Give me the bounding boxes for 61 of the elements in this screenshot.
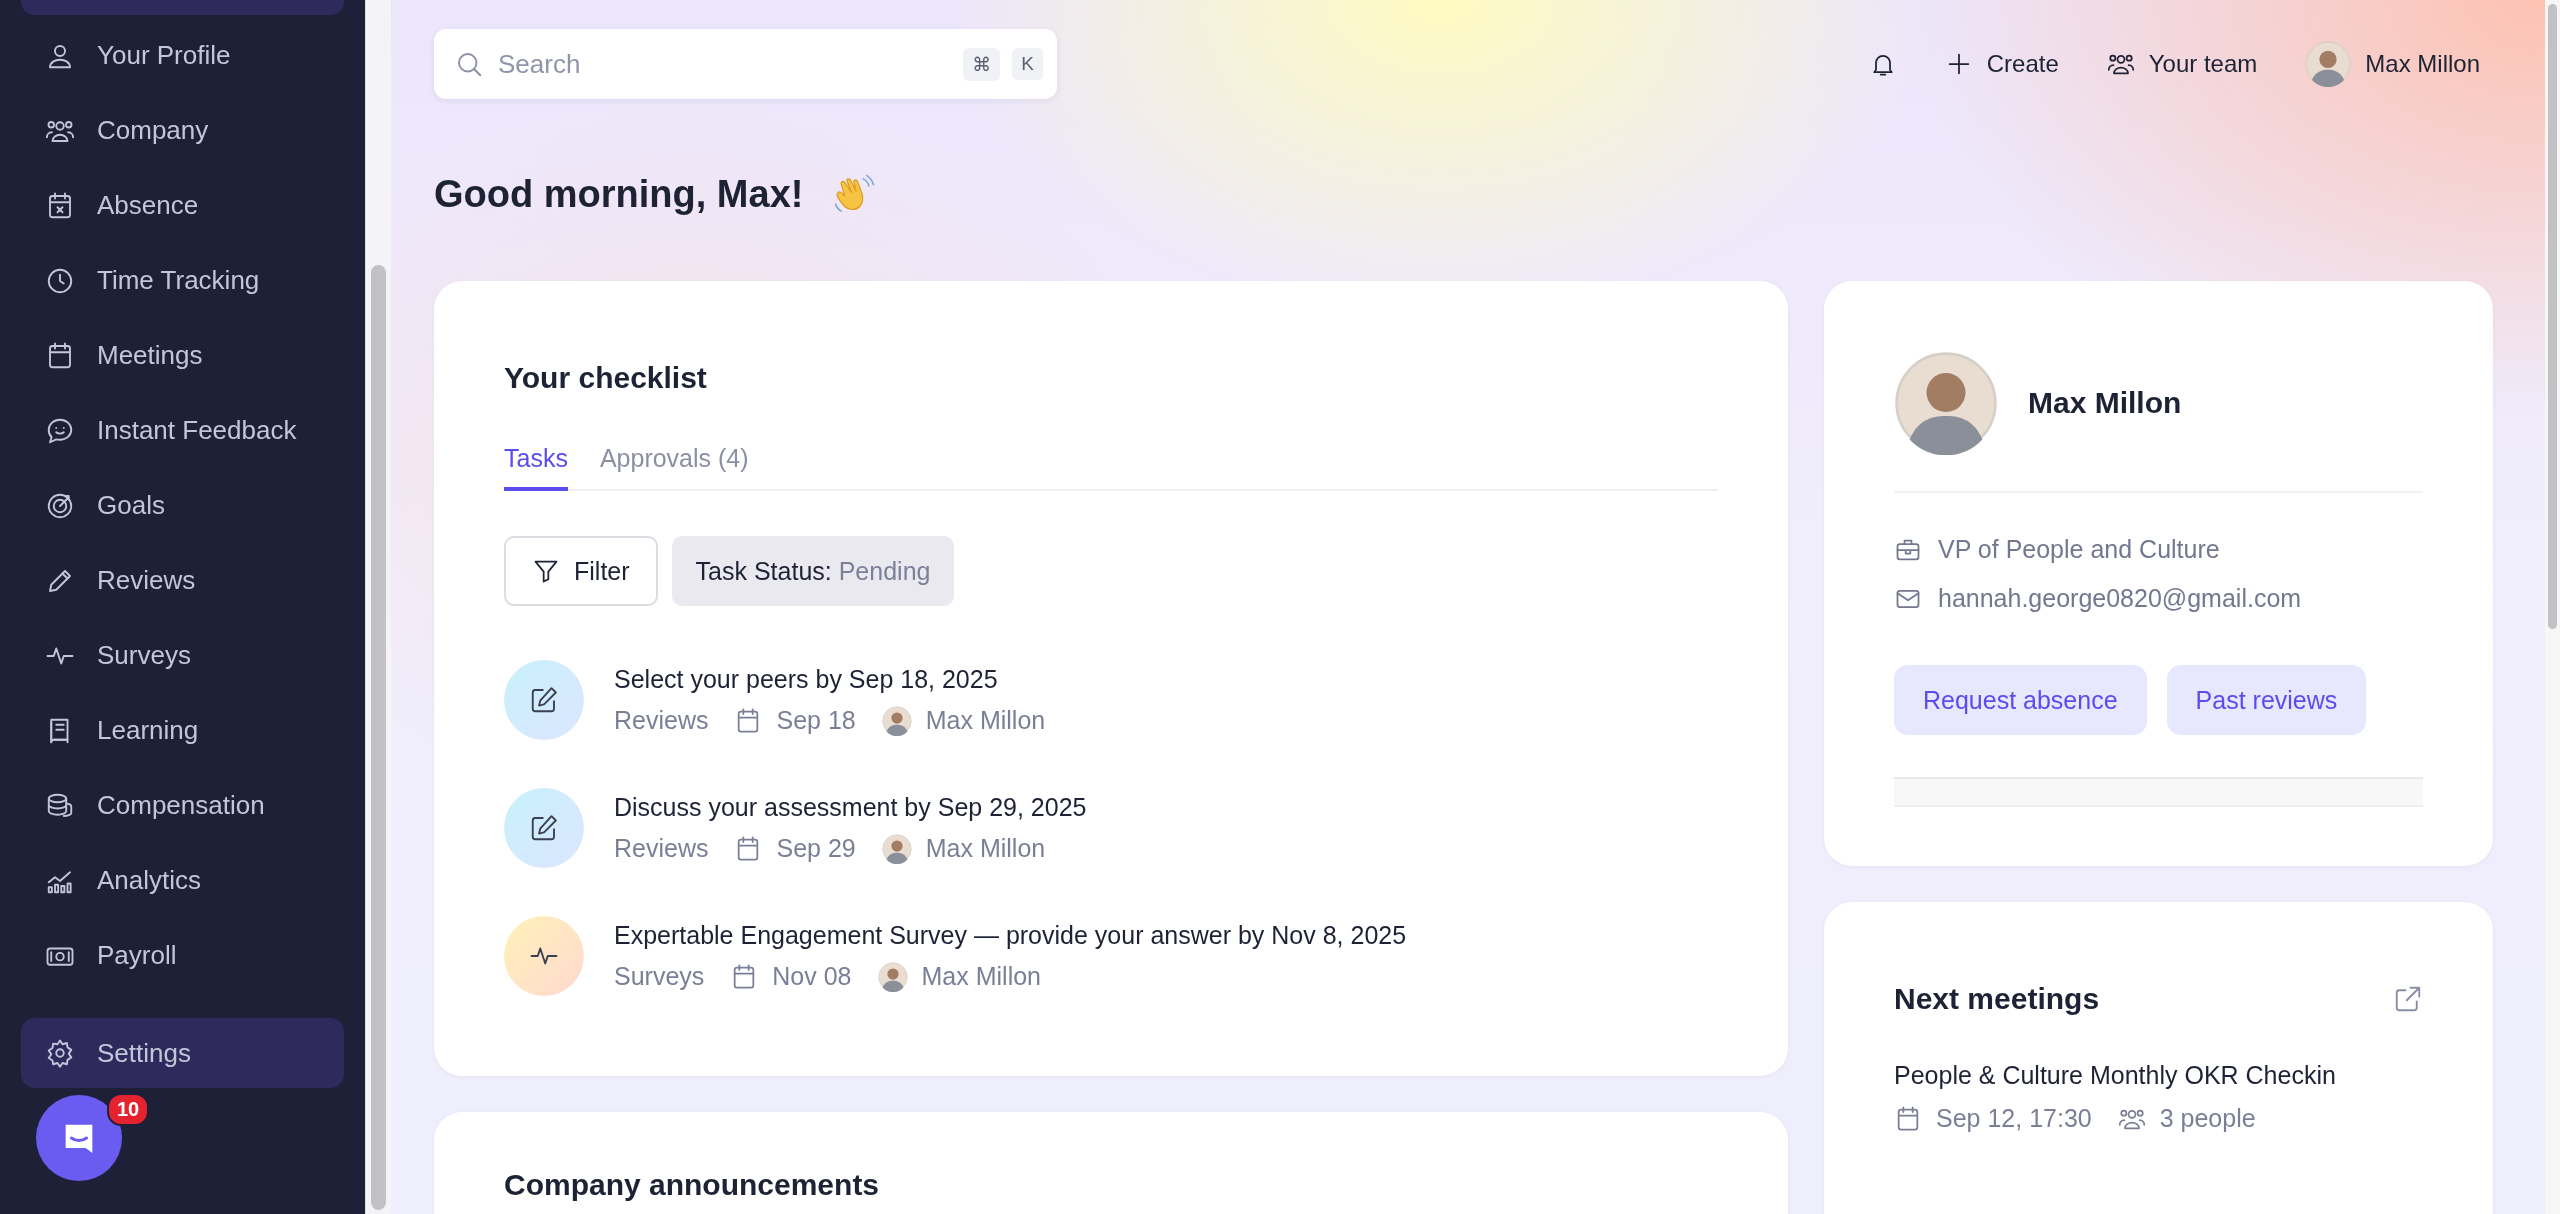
task-assignee: Max Millon <box>925 706 1046 735</box>
meeting-time: Sep 12, 17:30 <box>1936 1104 2092 1133</box>
greeting-heading: Good morning, Max! <box>434 173 804 216</box>
sidebar-item[interactable]: Instant Feedback <box>21 393 344 468</box>
task-category: Surveys <box>614 962 705 991</box>
profile-name: Max Millon <box>2028 386 2182 420</box>
task-title[interactable]: Discuss your assessment by Sep 29, 2025 <box>614 792 1087 822</box>
sidebar-item[interactable]: Meetings <box>21 318 344 393</box>
team-button[interactable]: Your team <box>2094 42 2270 86</box>
external-link-icon <box>2393 984 2423 1014</box>
profile-action-button[interactable]: Request absence <box>1894 665 2147 735</box>
email-address: hannah.george0820@gmail.com <box>1938 584 2302 613</box>
search-field[interactable]: Search ⌘ K <box>434 29 1057 99</box>
scrollbar-thumb[interactable] <box>2548 4 2557 629</box>
avatar-icon <box>1894 351 1998 455</box>
user-menu-button[interactable]: Max Millon <box>2293 33 2492 95</box>
sidebar-item[interactable]: Goals <box>21 468 344 543</box>
search-input[interactable]: Search <box>496 47 952 81</box>
task-date: Nov 08 <box>772 962 852 991</box>
edit-icon <box>529 813 559 843</box>
task-date: Sep 29 <box>776 834 856 863</box>
shortcut-key: K <box>1012 48 1043 80</box>
avatar-icon <box>2305 41 2352 87</box>
sidebar-item[interactable]: Settings <box>21 1018 344 1088</box>
tab[interactable]: Tasks <box>504 440 568 491</box>
avatar-icon <box>881 705 912 736</box>
attendee-count: 3 people <box>2159 1104 2256 1133</box>
sidebar-item[interactable]: Learning <box>21 693 344 768</box>
status-filter-chip[interactable]: Task Status: Pending <box>671 536 955 606</box>
card-title: Your checklist <box>504 361 708 395</box>
meeting-title[interactable]: People & Culture Monthly OKR Checkin <box>1894 1061 2423 1090</box>
avatar-icon <box>881 833 912 864</box>
avatar-icon <box>877 961 908 992</box>
sidebar-item[interactable]: Reviews <box>21 543 344 618</box>
sidebar-item[interactable]: Company <box>21 93 344 168</box>
task-category: Reviews <box>614 834 709 863</box>
task-title[interactable]: Expertable Engagement Survey — provide your answer by Nov 8, 2025 <box>614 920 1407 950</box>
notification-badge: 10 <box>107 1093 150 1126</box>
sidebar-item[interactable]: Time Tracking <box>21 243 344 318</box>
task-title[interactable]: Select your peers by Sep 18, 2025 <box>614 664 1046 694</box>
task-assignee: Max Millon <box>925 834 1046 863</box>
settings-icon <box>45 1038 75 1068</box>
profile-action-button[interactable]: Past reviews <box>2166 665 2367 735</box>
sidebar-item[interactable]: Absence <box>21 168 344 243</box>
sidebar-item[interactable]: Your Profile <box>21 18 344 93</box>
edit-icon <box>529 685 559 715</box>
sidebar-item[interactable]: Payroll <box>21 918 344 993</box>
task-assignee: Max Millon <box>921 962 1041 991</box>
task-category: Reviews <box>614 706 709 735</box>
sidebar-item[interactable]: Surveys <box>21 618 344 693</box>
scrollbar-thumb[interactable] <box>371 265 386 1210</box>
job-title: VP of People and Culture <box>1938 535 2220 564</box>
shortcut-key: ⌘ <box>963 47 1001 81</box>
filter-button[interactable]: Filter <box>504 536 658 606</box>
task-date: Sep 18 <box>776 706 856 735</box>
sidebar-item[interactable]: Analytics <box>21 843 344 918</box>
open-external-button[interactable] <box>2393 984 2423 1014</box>
card-title: Next meetings <box>1894 982 2100 1016</box>
sidebar-item[interactable]: Compensation <box>21 768 344 843</box>
create-button[interactable]: Create <box>1932 42 2071 86</box>
card-title: Company announcements <box>504 1168 881 1202</box>
